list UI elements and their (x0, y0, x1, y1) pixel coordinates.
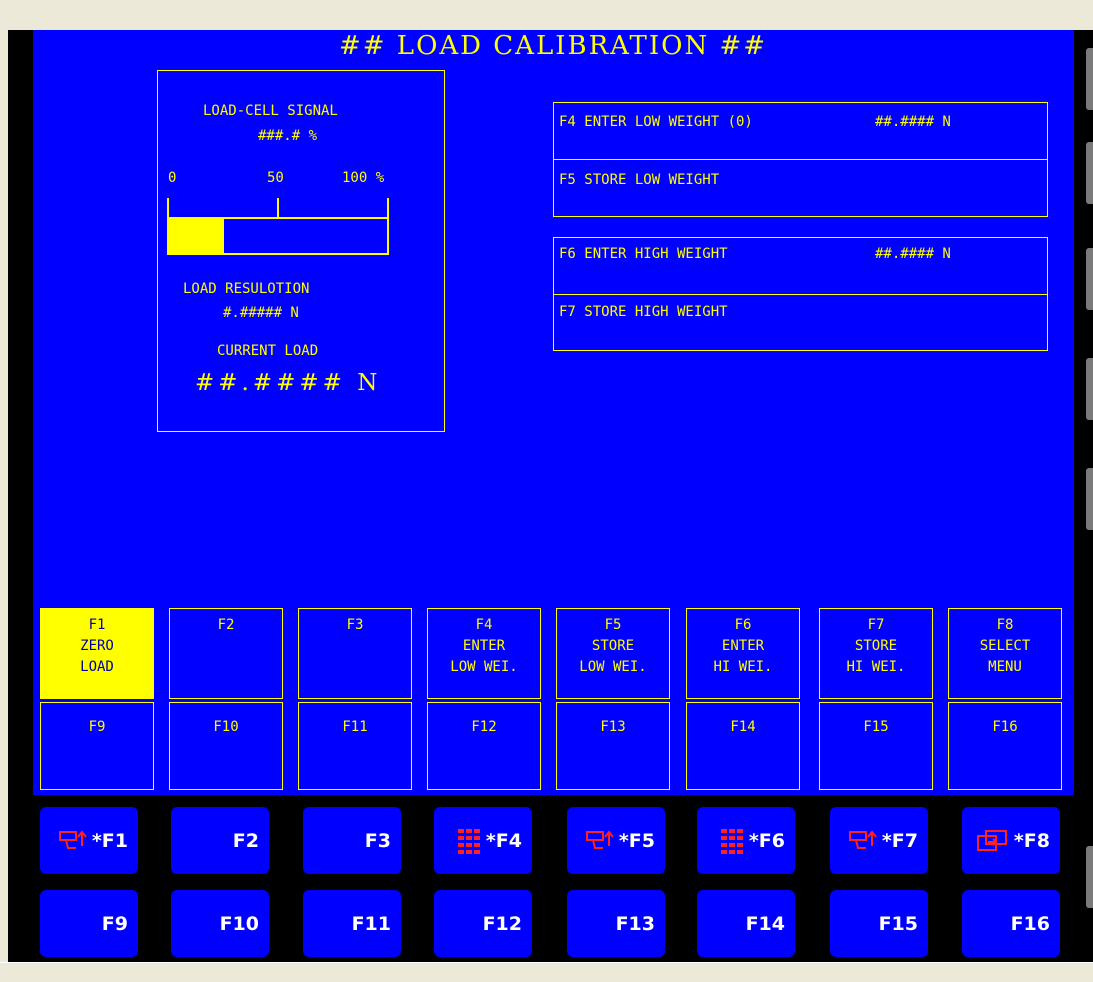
hw-key-label: *F7 (881, 829, 918, 852)
keypad-icon (719, 827, 745, 855)
bezel-ridge (1086, 248, 1093, 310)
hw-key-label: F11 (351, 912, 391, 935)
hw-key-label: F3 (364, 829, 391, 852)
scale-min-label: 0 (168, 170, 177, 186)
hw-key-label: *F8 (1013, 829, 1050, 852)
softkey-f2[interactable]: F2 (169, 608, 283, 699)
hw-key-label: F2 (232, 829, 259, 852)
current-load-label: CURRENT LOAD (217, 343, 319, 359)
softkey-f6[interactable]: F6 ENTER HI WEI. (686, 608, 800, 699)
softkey-f3[interactable]: F3 (298, 608, 412, 699)
bezel-ridge (1086, 358, 1093, 420)
softkey-f5[interactable]: F5 STORE LOW WEI. (556, 608, 670, 699)
high-weight-entry-label: F6 ENTER HIGH WEIGHT (559, 246, 728, 262)
softkey-f4[interactable]: F4 ENTER LOW WEI. (427, 608, 541, 699)
hw-key-f5[interactable]: *F5 (567, 807, 665, 874)
hw-key-f8[interactable]: *F8 (962, 807, 1060, 874)
hw-key-label: F16 (1010, 912, 1050, 935)
hw-key-label: F13 (615, 912, 655, 935)
signal-bar (167, 217, 389, 255)
resolution-value: #.##### N (223, 305, 299, 321)
softkey-f14[interactable]: F14 (686, 702, 800, 790)
hw-key-f15[interactable]: F15 (830, 890, 928, 957)
low-weight-entry[interactable] (553, 102, 1048, 160)
low-weight-entry-value: ##.#### N (875, 114, 951, 130)
scale-mid-label: 50 (267, 170, 284, 186)
low-weight-store-label: F5 STORE LOW WEIGHT (559, 172, 720, 188)
hw-key-label: F9 (101, 912, 128, 935)
bezel-ridge (1086, 48, 1093, 110)
low-weight-entry-label: F4 ENTER LOW WEIGHT (0) (559, 114, 753, 130)
hw-key-label: F15 (878, 912, 918, 935)
hw-key-label: *F1 (91, 829, 128, 852)
bezel-ridge (1086, 468, 1093, 530)
store-icon (848, 828, 878, 854)
hw-key-f3[interactable]: F3 (303, 807, 401, 874)
hw-key-f11[interactable]: F11 (303, 890, 401, 957)
hw-key-label: *F6 (748, 829, 785, 852)
softkey-f16[interactable]: F16 (948, 702, 1062, 790)
softkey-f10[interactable]: F10 (169, 702, 283, 790)
low-weight-store[interactable] (553, 159, 1048, 217)
hw-key-f14[interactable]: F14 (697, 890, 795, 957)
signal-bar-fill (169, 219, 224, 253)
hmi-screen: ## LOAD CALIBRATION ## LOAD-CELL SIGNAL … (33, 30, 1074, 795)
hw-key-f13[interactable]: F13 (567, 890, 665, 957)
title-strip (0, 0, 1093, 30)
hw-key-f2[interactable]: F2 (171, 807, 269, 874)
softkey-f12[interactable]: F12 (427, 702, 541, 790)
hw-key-label: *F4 (485, 829, 522, 852)
hw-key-f9[interactable]: F9 (40, 890, 138, 957)
signal-label: LOAD-CELL SIGNAL (203, 103, 338, 119)
softkey-f1[interactable]: F1 ZERO LOAD (40, 608, 154, 699)
menu-icon (976, 828, 1010, 854)
hw-key-f16[interactable]: F16 (962, 890, 1060, 957)
current-load-value: ##.#### N (195, 370, 382, 396)
signal-value: ###.# % (258, 128, 318, 144)
scale-max-label: 100 % (342, 170, 385, 186)
softkey-f8[interactable]: F8 SELECT MENU (948, 608, 1062, 699)
resolution-label: LOAD RESULOTION (183, 281, 310, 297)
scale-tick (277, 198, 279, 218)
page-title: ## LOAD CALIBRATION ## (338, 31, 768, 61)
softkey-f13[interactable]: F13 (556, 702, 670, 790)
hw-key-f7[interactable]: *F7 (830, 807, 928, 874)
hw-key-f12[interactable]: F12 (434, 890, 532, 957)
softkey-f11[interactable]: F11 (298, 702, 412, 790)
high-weight-store[interactable] (553, 294, 1048, 351)
high-weight-store-label: F7 STORE HIGH WEIGHT (559, 304, 728, 320)
store-icon (585, 828, 615, 854)
hw-key-f6[interactable]: *F6 (697, 807, 795, 874)
keypad-icon (456, 827, 482, 855)
high-weight-entry-value: ##.#### N (875, 246, 951, 262)
status-strip (0, 962, 1093, 982)
bezel-ridge (1086, 142, 1093, 204)
bezel-ridge (1086, 846, 1093, 908)
softkey-f9[interactable]: F9 (40, 702, 154, 790)
hw-key-label: F12 (482, 912, 522, 935)
hw-key-f4[interactable]: *F4 (434, 807, 532, 874)
hw-key-f1[interactable]: *F1 (40, 807, 138, 874)
scale-tick (167, 198, 169, 218)
hw-key-label: *F5 (618, 829, 655, 852)
softkey-f15[interactable]: F15 (819, 702, 933, 790)
hw-key-f10[interactable]: F10 (171, 890, 269, 957)
hw-key-label: F10 (219, 912, 259, 935)
softkey-f7[interactable]: F7 STORE HI WEI. (819, 608, 933, 699)
store-icon (58, 828, 88, 854)
hw-key-label: F14 (745, 912, 785, 935)
scale-tick (387, 198, 389, 218)
